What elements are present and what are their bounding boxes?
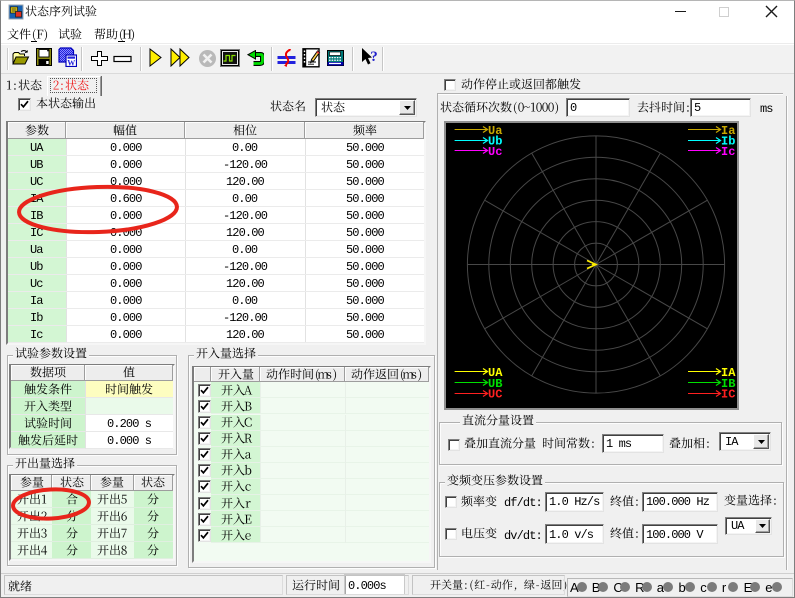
svg-text:IC: IC — [721, 388, 735, 402]
svg-text:W: W — [67, 59, 75, 68]
svg-text:UC: UC — [488, 388, 502, 402]
svg-text:Ic: Ic — [721, 145, 735, 159]
svg-text:Uc: Uc — [488, 145, 502, 159]
svg-text:?: ? — [370, 49, 378, 65]
